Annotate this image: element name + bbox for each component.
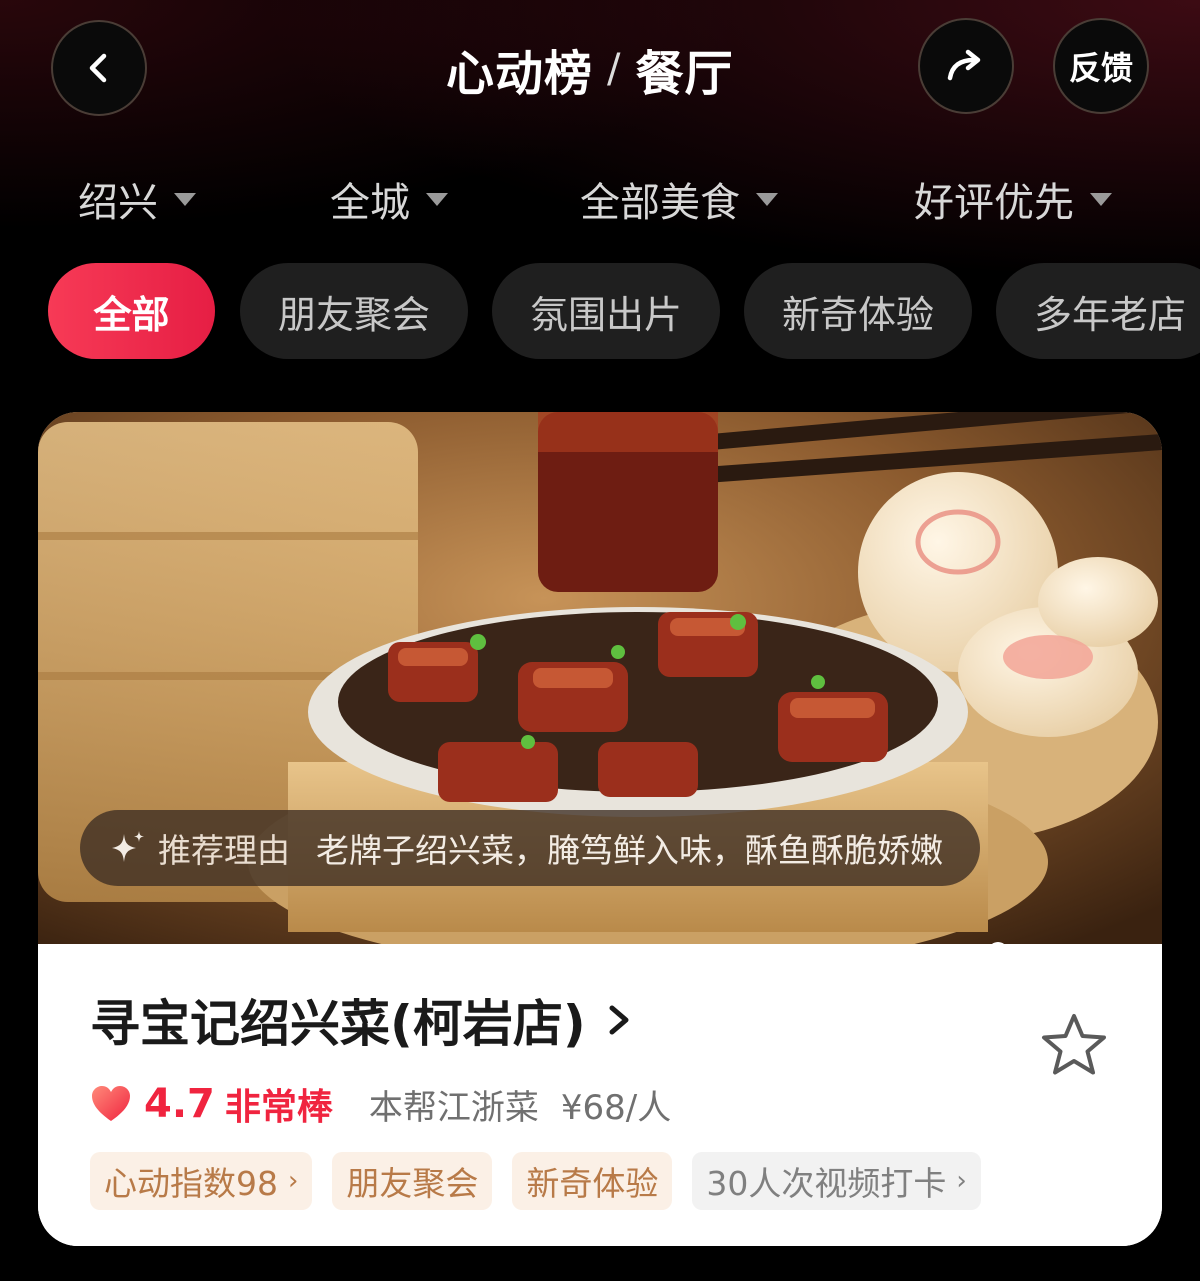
- filter-sort-label: 好评优先: [914, 180, 1074, 226]
- tag-heart-index-label: 心动指数98: [104, 1164, 278, 1203]
- rating-label: 非常棒: [224, 1087, 333, 1128]
- restaurant-name: 寻宝记绍兴菜(柯岩店): [90, 995, 586, 1053]
- filter-city[interactable]: 绍兴: [78, 170, 196, 228]
- restaurant-card[interactable]: 推荐理由 老牌子绍兴菜，腌笃鲜入味，酥鱼酥脆娇嫩 寻宝记绍兴菜(柯岩店) 4.7…: [38, 412, 1162, 1246]
- filter-area-label: 全城: [330, 180, 410, 226]
- recommend-reason-bar: 推荐理由 老牌子绍兴菜，腌笃鲜入味，酥鱼酥脆娇嫩: [80, 810, 980, 886]
- filter-area[interactable]: 全城: [330, 170, 448, 228]
- caret-down-icon: [174, 192, 196, 206]
- category-chips: 全部 朋友聚会 氛围出片 新奇体验 多年老店: [0, 263, 1200, 359]
- back-button[interactable]: [51, 20, 147, 116]
- chip-atmosphere[interactable]: 氛围出片: [492, 263, 720, 359]
- share-button[interactable]: [918, 18, 1014, 114]
- filter-bar: 绍兴 全城 全部美食 好评优先: [0, 170, 1200, 230]
- tag-video-checkin-label: 30人次视频打卡: [706, 1164, 947, 1203]
- chevron-right-icon: ›: [288, 1166, 299, 1196]
- page-title: 心动榜 / 餐厅: [446, 38, 734, 102]
- restaurant-name-row[interactable]: 寻宝记绍兴菜(柯岩店): [90, 984, 634, 1056]
- chevron-left-icon: [89, 53, 107, 83]
- caret-down-icon: [426, 192, 448, 206]
- favorite-button[interactable]: [1038, 1010, 1110, 1082]
- price-per-person: ¥68/人: [560, 1087, 672, 1128]
- tag-novel-experience: 新奇体验: [512, 1152, 673, 1210]
- star-outline-icon: [1042, 1014, 1106, 1075]
- recommend-reason-label: 推荐理由: [158, 831, 290, 870]
- top-bar: 心动榜 / 餐厅 反馈: [0, 0, 1200, 140]
- tag-friends-gathering: 朋友聚会: [332, 1152, 493, 1210]
- filter-city-label: 绍兴: [78, 180, 158, 226]
- chevron-right-icon: ›: [956, 1166, 967, 1196]
- tag-list: 心动指数98 › 朋友聚会 新奇体验 30人次视频打卡 ›: [90, 1152, 981, 1210]
- chip-old-shop[interactable]: 多年老店: [996, 263, 1200, 359]
- filter-cuisine[interactable]: 全部美食: [580, 170, 778, 228]
- tag-video-checkin[interactable]: 30人次视频打卡 ›: [692, 1152, 981, 1210]
- caret-down-icon: [1090, 192, 1112, 206]
- category-title: 餐厅: [635, 46, 734, 102]
- restaurant-photo: 推荐理由 老牌子绍兴菜，腌笃鲜入味，酥鱼酥脆娇嫩: [38, 412, 1162, 944]
- chevron-right-icon: [609, 1005, 629, 1035]
- tag-friends-gathering-label: 朋友聚会: [346, 1164, 479, 1203]
- rating-row: 4.7 非常棒 本帮江浙菜 ¥68/人: [90, 1074, 671, 1134]
- filter-cuisine-label: 全部美食: [580, 180, 740, 226]
- recommend-reason-text: 老牌子绍兴菜，腌笃鲜入味，酥鱼酥脆娇嫩: [316, 831, 943, 870]
- feedback-button[interactable]: 反馈: [1053, 18, 1149, 114]
- sparkle-icon: [112, 831, 144, 862]
- filter-sort[interactable]: 好评优先: [914, 170, 1112, 228]
- restaurant-info: 寻宝记绍兴菜(柯岩店) 4.7 非常棒 本帮江浙菜 ¥68/人 心动指数98 ›…: [38, 944, 1162, 1246]
- tag-heart-index[interactable]: 心动指数98 ›: [90, 1152, 313, 1210]
- caret-down-icon: [756, 192, 778, 206]
- share-arrow-icon: [947, 49, 981, 81]
- brand-title: 心动榜: [446, 46, 594, 102]
- chip-friends-gathering[interactable]: 朋友聚会: [240, 263, 468, 359]
- cuisine-type: 本帮江浙菜: [368, 1087, 539, 1128]
- rating-score: 4.7: [144, 1081, 215, 1127]
- chip-novel-experience[interactable]: 新奇体验: [744, 263, 972, 359]
- chip-all[interactable]: 全部: [48, 263, 215, 359]
- title-separator: /: [607, 46, 622, 92]
- heart-icon: [92, 1086, 130, 1121]
- tag-novel-experience-label: 新奇体验: [526, 1164, 659, 1203]
